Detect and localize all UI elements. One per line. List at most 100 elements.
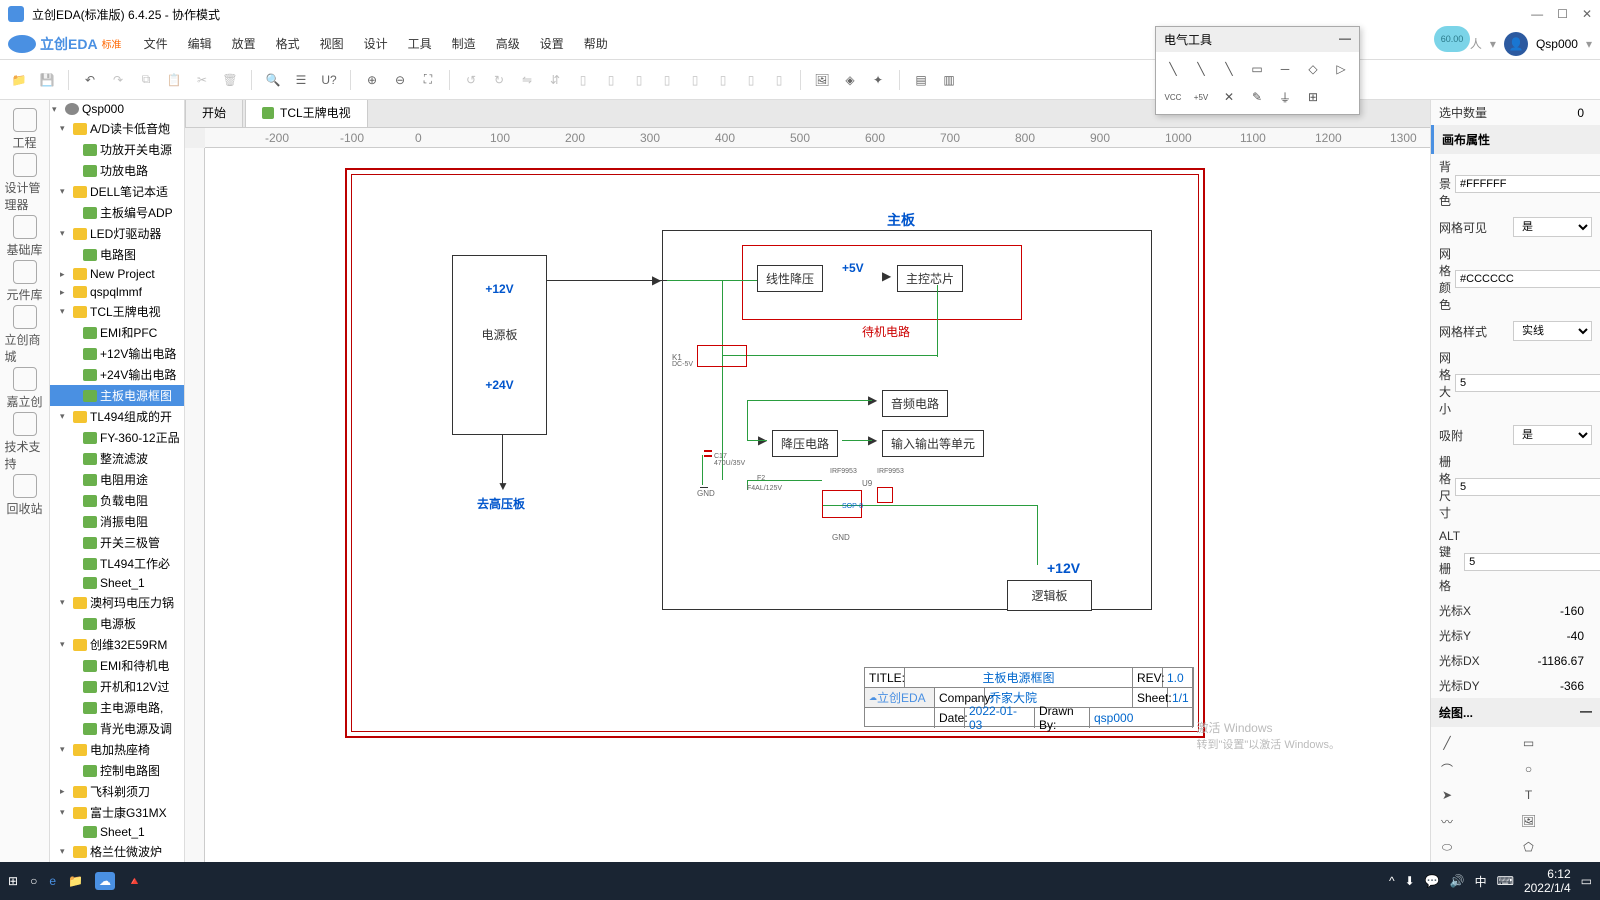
nav-元件库[interactable]: 元件库 [5, 260, 45, 303]
tree-item[interactable]: 主板编号ADP [50, 202, 184, 223]
tree-item[interactable]: ▸qspqlmmf [50, 283, 184, 301]
tray-ime[interactable]: 中 [1475, 873, 1487, 890]
image-tool-icon[interactable]: 🖼 [1517, 809, 1541, 833]
grid-color-input[interactable] [1455, 270, 1600, 288]
tree-item[interactable]: EMI和PFC [50, 322, 184, 343]
notification-icon[interactable]: ▭ [1581, 874, 1592, 888]
windows-taskbar[interactable]: ⊞ ○ e 📁 ☁ 🔺 ^ ⬇ 💬 🔊 中 ⌨ 6:12 2022/1/4 ▭ [0, 862, 1600, 900]
tab-TCL王牌电视[interactable]: TCL王牌电视 [245, 100, 368, 127]
tree-item[interactable]: 开关三极管 [50, 532, 184, 553]
tray-usb-icon[interactable]: ⬇ [1405, 874, 1415, 888]
align-b-icon[interactable]: ▯ [712, 69, 734, 91]
tree-item[interactable]: 整流滤波 [50, 448, 184, 469]
paste-icon[interactable]: 📋 [163, 69, 185, 91]
filter-icon[interactable]: ☰ [290, 69, 312, 91]
tray-up-icon[interactable]: ^ [1389, 874, 1395, 888]
panel-minimize-icon[interactable]: — [1580, 704, 1592, 721]
vcc-icon[interactable]: VCC [1160, 84, 1186, 110]
avatar[interactable]: 👤 [1504, 32, 1528, 56]
app2-task-icon[interactable]: 🔺 [127, 874, 142, 888]
align-r-icon[interactable]: ▯ [628, 69, 650, 91]
tree-item[interactable]: ▾TL494组成的开 [50, 406, 184, 427]
grid-style-select[interactable]: 实线 [1513, 321, 1592, 341]
tree-item[interactable]: FY-360-12正品 [50, 427, 184, 448]
zoom-in-icon[interactable]: ⊕ [361, 69, 383, 91]
tray-keyboard-icon[interactable]: ⌨ [1497, 874, 1514, 888]
edge-icon[interactable]: e [49, 874, 56, 888]
copy-icon[interactable]: ⧉ [135, 69, 157, 91]
rotate-left-icon[interactable]: ↺ [460, 69, 482, 91]
menu-制造[interactable]: 制造 [442, 31, 486, 56]
tree-item[interactable]: ▾澳柯玛电压力锅 [50, 592, 184, 613]
clock-time[interactable]: 6:12 [1524, 867, 1571, 881]
port-icon[interactable]: ◇ [1300, 56, 1326, 82]
nav-工程[interactable]: 工程 [5, 108, 45, 151]
nav-设计管理器[interactable]: 设计管理器 [5, 153, 45, 213]
tree-item[interactable]: +24V输出电路 [50, 364, 184, 385]
tree-item[interactable]: 开机和12V过 [50, 676, 184, 697]
delete-icon[interactable]: 🗑 [219, 69, 241, 91]
rotate-right-icon[interactable]: ↻ [488, 69, 510, 91]
rect-tool-icon[interactable]: ▭ [1517, 731, 1541, 755]
tab-开始[interactable]: 开始 [185, 100, 243, 127]
edit-icon[interactable]: ✎ [1244, 84, 1270, 110]
tree-item[interactable]: ▾创维32E59RM [50, 634, 184, 655]
star-icon[interactable]: ✦ [867, 69, 889, 91]
tree-item[interactable]: Sheet_1 [50, 574, 184, 592]
explorer-icon[interactable]: 📁 [68, 874, 83, 888]
tree-root[interactable]: ▾ Qsp000 [50, 100, 184, 118]
doc1-icon[interactable]: ▤ [910, 69, 932, 91]
grid-size-input[interactable] [1455, 374, 1600, 392]
tree-item[interactable]: EMI和待机电 [50, 655, 184, 676]
tree-item[interactable]: ▸飞科剃须刀 [50, 781, 184, 802]
tray-vol-icon[interactable]: 🔊 [1450, 874, 1465, 888]
menu-视图[interactable]: 视图 [310, 31, 354, 56]
search-icon[interactable]: 🔍 [262, 69, 284, 91]
cut-icon[interactable]: ✂ [191, 69, 213, 91]
tree-item[interactable]: 主电源电路, [50, 697, 184, 718]
tree-item[interactable]: ▾富士康G31MX [50, 802, 184, 823]
zoom-fit-icon[interactable]: ⛶ [417, 69, 439, 91]
wire-icon[interactable]: ╲ [1160, 56, 1186, 82]
app-task-icon[interactable]: ☁ [95, 872, 115, 890]
panel-minimize-icon[interactable]: — [1339, 31, 1351, 48]
menu-格式[interactable]: 格式 [266, 31, 310, 56]
text-tool-icon[interactable]: T [1517, 783, 1541, 807]
layers-icon[interactable]: ◈ [839, 69, 861, 91]
snap-select[interactable]: 是 [1513, 425, 1592, 445]
tree-item[interactable]: 电阻用途 [50, 469, 184, 490]
dist-v-icon[interactable]: ▯ [768, 69, 790, 91]
circle-tool-icon[interactable]: ○ [1517, 757, 1541, 781]
cortana-icon[interactable]: ○ [30, 874, 37, 888]
schematic-canvas[interactable]: 主板 +12V 电源板 +24V ▶ ▼ 去高压板 [205, 148, 1430, 832]
tree-item[interactable]: +12V输出电路 [50, 343, 184, 364]
bus-icon[interactable]: ╲ [1188, 56, 1214, 82]
grid-visible-select[interactable]: 是 [1513, 217, 1592, 237]
label-icon[interactable]: ─ [1272, 56, 1298, 82]
net-label-icon[interactable]: ▭ [1244, 56, 1270, 82]
tree-item[interactable]: ▾TCL王牌电视 [50, 301, 184, 322]
open-icon[interactable]: 📁 [8, 69, 30, 91]
component-icon[interactable]: ⊞ [1300, 84, 1326, 110]
minimize-button[interactable]: — [1531, 7, 1543, 21]
electrical-tools-panel[interactable]: 电气工具 — ╲ ╲ ╲ ▭ ─ ◇ ▷ VCC +5V ✕ ✎ ⏚ ⊞ [1155, 26, 1360, 115]
save-icon[interactable]: 💾 [36, 69, 58, 91]
u-icon[interactable]: U? [318, 69, 340, 91]
clock-date[interactable]: 2022/1/4 [1524, 881, 1571, 895]
tree-item[interactable]: ▾A/D读卡低音炮 [50, 118, 184, 139]
nav-嘉立创[interactable]: 嘉立创 [5, 367, 45, 410]
ellipse-tool-icon[interactable]: ⬭ [1435, 835, 1459, 859]
tree-item[interactable]: 负载电阻 [50, 490, 184, 511]
tray-msg-icon[interactable]: 💬 [1425, 874, 1440, 888]
canvas-area[interactable]: -200-10001002003004005006007008009001000… [185, 128, 1430, 862]
tree-item[interactable]: ▾DELL笔记本适 [50, 181, 184, 202]
nav-技术支持[interactable]: 技术支持 [5, 412, 45, 472]
menu-编辑[interactable]: 编辑 [178, 31, 222, 56]
align-m-icon[interactable]: ▯ [684, 69, 706, 91]
doc2-icon[interactable]: ▥ [938, 69, 960, 91]
snap-size-input[interactable] [1455, 478, 1600, 496]
tree-item[interactable]: 功放开关电源 [50, 139, 184, 160]
zoom-out-icon[interactable]: ⊖ [389, 69, 411, 91]
menu-高级[interactable]: 高级 [486, 31, 530, 56]
polygon-tool-icon[interactable]: ⬠ [1517, 835, 1541, 859]
